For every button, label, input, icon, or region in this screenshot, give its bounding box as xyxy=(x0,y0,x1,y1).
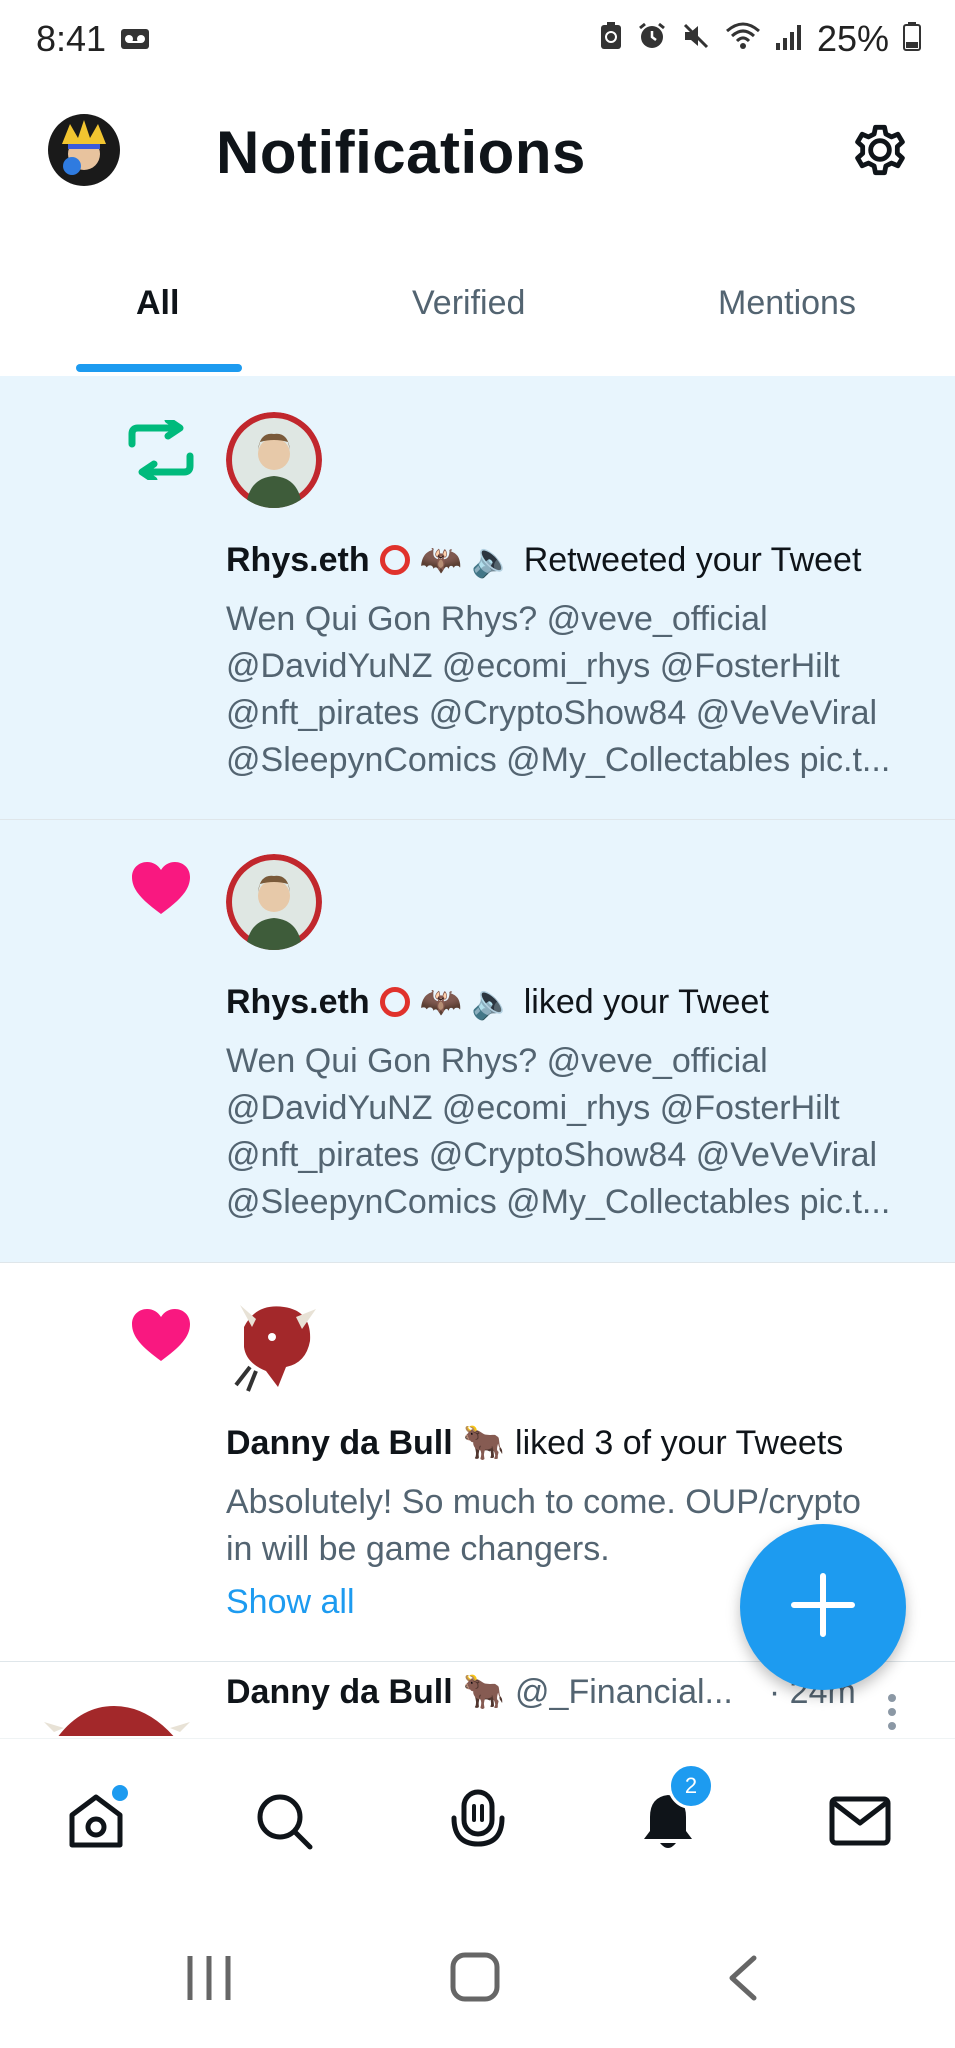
more-options-icon[interactable] xyxy=(886,1692,898,1736)
tweet-line: Wen Qui Gon Rhys? @veve_official xyxy=(226,1042,768,1080)
status-time: 8:41 xyxy=(36,18,107,59)
tab-all[interactable]: All xyxy=(136,284,179,323)
system-navigation-bar xyxy=(0,1898,955,2048)
plus-icon xyxy=(788,1570,858,1645)
tweet-preview[interactable]: Wen Qui Gon Rhys? @veve_official @DavidY… xyxy=(226,1038,916,1226)
recycle-icon xyxy=(599,18,623,60)
tweet-line: @DavidYuNZ @ecomi_rhys @FosterHilt xyxy=(226,647,840,685)
alarm-icon xyxy=(637,18,667,60)
mute-icon xyxy=(681,18,711,60)
notification-headline: Danny da Bull 🐂 liked 3 of your Tweets xyxy=(226,1423,843,1463)
tweet-author-handle: @_Financial... xyxy=(515,1672,733,1711)
notification-action: Retweeted your Tweet xyxy=(523,540,862,579)
heart-icon xyxy=(130,860,192,921)
notification-tabs: All Verified Mentions xyxy=(0,260,955,377)
tweet-line: @nft_pirates @CryptoShow84 @VeVeViral xyxy=(226,694,878,732)
actor-name[interactable]: Rhys.eth xyxy=(226,541,370,580)
signal-icon xyxy=(775,18,803,60)
spaces-microphone-icon xyxy=(446,1788,510,1859)
tweet-line: @nft_pirates @CryptoShow84 @VeVeViral xyxy=(226,1136,878,1174)
page-title: Notifications xyxy=(216,119,586,186)
wifi-icon xyxy=(725,18,761,60)
status-bar: 8:41 25% xyxy=(0,0,955,80)
home-button-icon[interactable] xyxy=(450,1952,500,2007)
search-tab[interactable] xyxy=(244,1783,324,1863)
tweet-author-name[interactable]: Danny da Bull xyxy=(226,1673,453,1712)
tweet-line: Absolutely! So much to come. OUP/crypto xyxy=(226,1483,861,1521)
red-circle-icon xyxy=(379,545,410,575)
actor-avatar[interactable] xyxy=(226,854,322,950)
tweet-line: @SleepynComics @My_Collectables pic.t... xyxy=(226,741,891,779)
home-tab[interactable] xyxy=(56,1783,136,1863)
notifications-tab[interactable]: 2 xyxy=(628,1763,714,1863)
recent-apps-icon[interactable] xyxy=(186,1954,232,2007)
tab-mentions[interactable]: Mentions xyxy=(718,284,856,323)
notification-item[interactable]: Rhys.eth 🦇 🔈 liked your Tweet Wen Qui Go… xyxy=(0,820,955,1263)
back-icon[interactable] xyxy=(726,1954,758,2007)
notification-action: liked your Tweet xyxy=(523,982,769,1021)
app-header: Notifications xyxy=(0,80,955,220)
show-all-link[interactable]: Show all xyxy=(226,1583,355,1622)
tweet-line: @DavidYuNZ @ecomi_rhys @FosterHilt xyxy=(226,1089,840,1127)
tweet-line: @SleepynComics @My_Collectables pic.t... xyxy=(226,1183,891,1221)
notification-headline: Rhys.eth 🦇 🔈 Retweeted your Tweet xyxy=(226,540,861,580)
notification-action: liked 3 of your Tweets xyxy=(515,1423,844,1462)
battery-percentage: 25% xyxy=(816,18,889,59)
retweet-icon xyxy=(124,416,198,485)
tweet-preview[interactable]: Wen Qui Gon Rhys? @veve_official @DavidY… xyxy=(226,596,916,784)
battery-icon xyxy=(903,18,921,60)
tweet-header: Danny da Bull 🐂 @_Financial... · 24m xyxy=(226,1672,856,1712)
tab-verified[interactable]: Verified xyxy=(412,284,525,323)
actor-emojis: 🦇 🔈 xyxy=(419,541,514,579)
actor-avatar[interactable] xyxy=(226,412,322,508)
voicemail-icon xyxy=(120,28,150,55)
compose-tweet-button[interactable] xyxy=(740,1524,906,1690)
notification-headline: Rhys.eth 🦇 🔈 liked your Tweet xyxy=(226,982,769,1022)
ox-emoji: 🐂 xyxy=(462,1424,506,1462)
actor-name[interactable]: Danny da Bull xyxy=(226,1424,453,1463)
search-icon xyxy=(252,1789,316,1858)
actor-emojis: 🦇 🔈 xyxy=(419,983,514,1021)
mail-icon xyxy=(828,1793,892,1854)
new-content-dot xyxy=(110,1783,130,1803)
profile-avatar[interactable] xyxy=(48,114,120,186)
tweet-line: Wen Qui Gon Rhys? @veve_official xyxy=(226,600,768,638)
red-circle-icon xyxy=(379,987,410,1017)
heart-icon xyxy=(130,1307,192,1368)
messages-tab[interactable] xyxy=(820,1783,900,1863)
bottom-nav: 2 xyxy=(0,1738,955,1899)
settings-gear-icon[interactable] xyxy=(848,118,912,187)
notification-item[interactable]: Rhys.eth 🦇 🔈 Retweeted your Tweet Wen Qu… xyxy=(0,376,955,820)
actor-avatar[interactable] xyxy=(226,1297,322,1393)
active-tab-indicator xyxy=(76,364,242,372)
actor-name[interactable]: Rhys.eth xyxy=(226,983,370,1022)
spaces-tab[interactable] xyxy=(438,1783,518,1863)
notification-count-badge: 2 xyxy=(668,1763,714,1809)
tweet-author-avatar[interactable] xyxy=(44,1692,190,1736)
ox-emoji: 🐂 xyxy=(462,1673,506,1711)
